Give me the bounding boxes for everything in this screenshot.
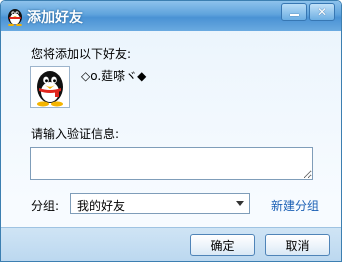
minimize-icon: [289, 14, 299, 16]
add-friend-prompt: 您将添加以下好友:: [31, 47, 132, 61]
ok-button[interactable]: 确定: [190, 234, 255, 256]
cancel-button[interactable]: 取消: [265, 234, 330, 256]
qq-penguin-icon: [37, 71, 63, 107]
friend-avatar[interactable]: [30, 66, 70, 108]
group-selected-value: 我的好友: [77, 199, 126, 213]
minimize-button[interactable]: [281, 3, 307, 21]
title-bar[interactable]: 添加好友 ✕: [1, 1, 341, 31]
new-group-link[interactable]: 新建分组: [271, 197, 319, 214]
close-button[interactable]: ✕: [309, 3, 335, 21]
verify-message-label: 请输入验证信息:: [31, 127, 120, 141]
group-label: 分组:: [31, 199, 60, 213]
chevron-down-icon[interactable]: [236, 201, 244, 206]
verify-message-input[interactable]: [30, 147, 313, 180]
qq-penguin-icon: [8, 9, 22, 26]
close-icon: ✕: [316, 5, 328, 19]
friend-nickname: ◇o.莚嗏ヾ◆: [81, 69, 147, 83]
add-friend-dialog: 添加好友 ✕ 您将添加以下好友: ◇o.莚嗏ヾ◆ 请输入验证信息: 分组: 我的…: [0, 0, 342, 262]
group-select[interactable]: 我的好友: [70, 193, 250, 214]
window-title: 添加好友: [27, 10, 83, 26]
